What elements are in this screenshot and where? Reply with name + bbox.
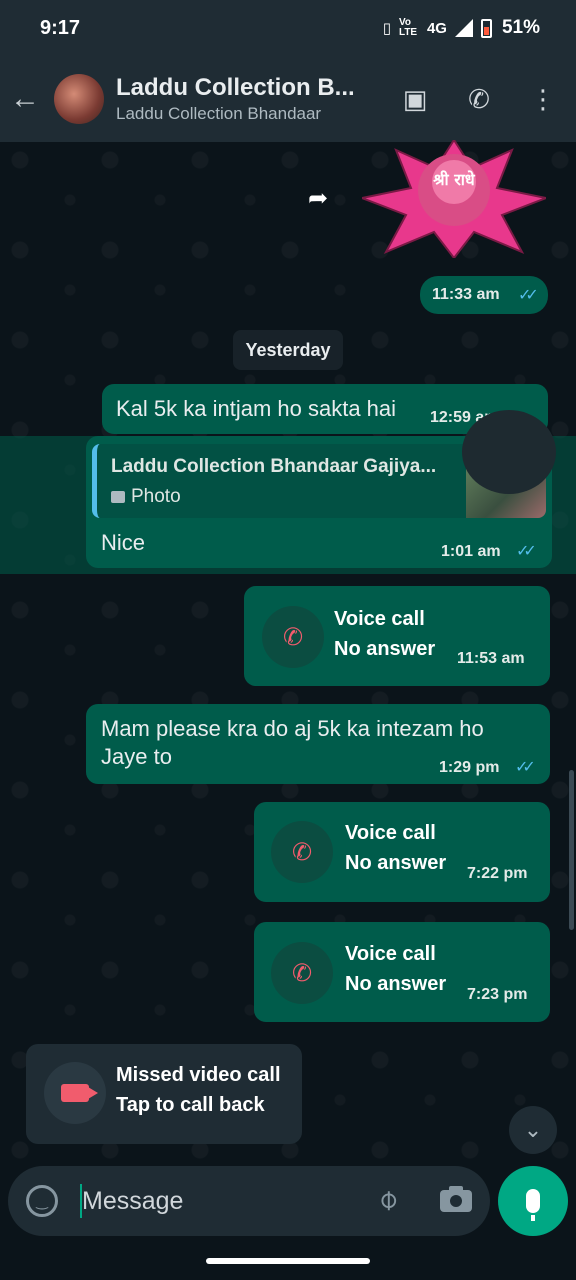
call-status: No answer: [345, 973, 447, 995]
missed-video-call-bubble[interactable]: Missed video call Tap to call back: [26, 1044, 302, 1144]
read-ticks-icon: ✓✓: [518, 287, 539, 304]
message-text-line1: Mam please kra do aj 5k ka intezam ho: [101, 716, 484, 741]
forward-icon[interactable]: ➦: [302, 184, 334, 216]
reply-time: 1:01 am: [441, 543, 501, 560]
volte-label: Vo LTE: [398, 17, 418, 38]
call-title: Voice call: [345, 822, 436, 844]
call-time: 7:23 pm: [467, 986, 528, 1003]
quote-author: Laddu Collection Bhandaar Gajiya...: [111, 456, 437, 477]
missed-call-title: Missed video call: [116, 1064, 281, 1086]
header-actions: ▣ ✆ ⋮: [400, 56, 558, 142]
status-bar: 9:17 ▯ Vo LTE 4G 51%: [0, 0, 576, 56]
message-text-line2: Jaye to: [101, 744, 172, 769]
reply-text: Nice: [101, 530, 146, 555]
message-time: 1:29 pm: [439, 759, 500, 776]
floating-avatar-overlay: [462, 410, 556, 494]
archive-icon[interactable]: ▣: [400, 84, 430, 115]
signal-icon: [454, 19, 473, 37]
call-title: Voice call: [334, 608, 425, 630]
more-options-icon[interactable]: ⋮: [528, 84, 558, 115]
scroll-to-bottom-button[interactable]: ⌄: [509, 1106, 557, 1154]
home-gesture-handle[interactable]: [206, 1258, 370, 1264]
photo-icon: [111, 491, 125, 503]
battery-icon: [480, 18, 492, 38]
day-separator: Yesterday: [233, 330, 343, 370]
sticker-time: 11:33 am: [432, 286, 500, 303]
voice-call-bubble[interactable]: ✆ Voice call No answer 7:23 pm: [254, 922, 550, 1022]
emoji-icon[interactable]: ‿: [26, 1185, 58, 1217]
message-text: Kal 5k ka intjam ho sakta hai: [116, 396, 397, 421]
chat-title-block[interactable]: Laddu Collection B... Laddu Collection B…: [116, 74, 366, 124]
chat-header: ← Laddu Collection B... Laddu Collection…: [0, 56, 576, 142]
mic-button[interactable]: [498, 1166, 568, 1236]
attach-icon[interactable]: ⌀: [363, 1175, 414, 1226]
sticker-time-bubble: 11:33 am ✓✓: [420, 276, 548, 314]
missed-call-icon: ✆: [262, 606, 324, 668]
scrollbar[interactable]: [569, 770, 574, 930]
vibrate-icon: ▯: [382, 20, 391, 37]
missed-call-icon: ✆: [271, 821, 333, 883]
message-input[interactable]: [82, 1180, 362, 1222]
quote-type-label: Photo: [131, 486, 181, 507]
sticker-radhe[interactable]: श्री राधे: [362, 140, 546, 258]
mic-icon: [526, 1189, 540, 1221]
message-composer: ‿ ⌀: [8, 1166, 490, 1236]
battery-percent: 51%: [501, 17, 540, 38]
missed-video-call-icon: [44, 1062, 106, 1124]
network-label: 4G: [426, 19, 447, 37]
chat-subtitle: Laddu Collection Bhandaar: [116, 104, 322, 123]
call-status: No answer: [345, 852, 447, 874]
chevron-down-icon: ⌄: [523, 1117, 543, 1142]
call-title: Voice call: [345, 943, 436, 965]
missed-call-subtitle: Tap to call back: [116, 1094, 265, 1116]
add-call-icon[interactable]: ✆: [464, 84, 494, 115]
quote-type: Photo: [111, 486, 181, 508]
call-status: No answer: [334, 638, 436, 660]
call-time: 11:53 am: [457, 650, 525, 667]
message-bubble[interactable]: Mam please kra do aj 5k ka intezam ho Ja…: [86, 704, 550, 784]
read-ticks-icon: ✓✓: [515, 759, 536, 776]
voice-call-bubble[interactable]: ✆ Voice call No answer 11:53 am: [244, 586, 550, 686]
back-arrow-icon[interactable]: ←: [10, 82, 54, 116]
voice-call-bubble[interactable]: ✆ Voice call No answer 7:22 pm: [254, 802, 550, 902]
avatar[interactable]: [54, 74, 104, 124]
call-time: 7:22 pm: [467, 865, 528, 882]
camera-icon[interactable]: [440, 1186, 472, 1212]
status-indicators: ▯ Vo LTE 4G 51%: [383, 17, 540, 39]
read-ticks-icon: ✓✓: [516, 543, 537, 560]
missed-call-icon: ✆: [271, 942, 333, 1004]
chat-title: Laddu Collection B...: [116, 74, 355, 101]
sticker-text: श्री राधे: [433, 170, 476, 189]
status-time: 9:17: [40, 16, 81, 39]
